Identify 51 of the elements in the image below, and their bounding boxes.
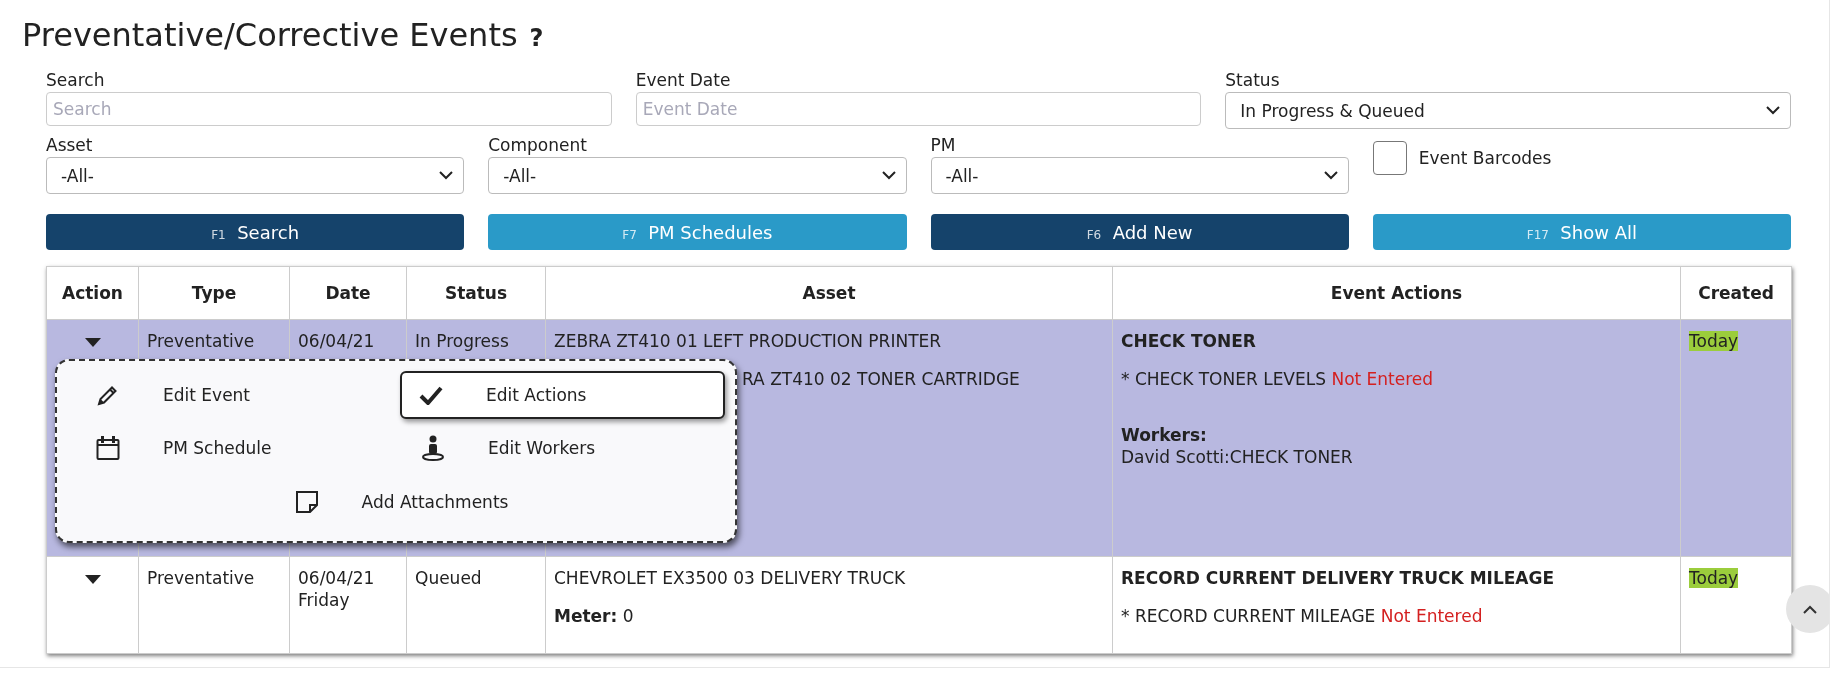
input-field[interactable]: Search (46, 92, 612, 126)
chevron-icon (881, 171, 896, 180)
action-item: * CHECK TONER LEVELS Not Entered (1121, 368, 1435, 390)
created-tag: Today (1689, 331, 1739, 351)
field-label: Component (488, 134, 587, 157)
caret-icon[interactable] (84, 338, 101, 347)
table-cell: Queued (406, 556, 546, 654)
column-header: Status (406, 266, 546, 320)
table-cell: Preventative (138, 556, 290, 654)
chevron-icon (1766, 106, 1780, 115)
date-text: 06/04/21 (298, 567, 376, 589)
action-button[interactable]: F1 Search (46, 214, 465, 250)
column-header: Event Actions (1112, 266, 1681, 320)
column-header: Type (138, 266, 290, 320)
checkbox[interactable] (1372, 141, 1407, 175)
created-tag: Today (1689, 568, 1739, 588)
input-field[interactable]: Event Date (635, 92, 1202, 126)
column-header: Date (289, 266, 407, 320)
column-header: Action (46, 266, 139, 320)
action-title: CHECK TONER (1121, 330, 1257, 352)
dropdown[interactable]: In Progress & Queued (1225, 92, 1791, 129)
asset-detail: RA ZT410 02 TONER CARTRIDGE (742, 368, 1020, 390)
workers-heading: Workers: (1121, 424, 1208, 446)
asset-detail: Meter: 0 (554, 605, 634, 627)
menu-item[interactable]: Edit Actions (400, 371, 725, 419)
dropdown[interactable]: -All- (930, 157, 1349, 194)
chevron-up-icon (1803, 604, 1817, 614)
field-label: Search (46, 69, 105, 92)
help-link[interactable]: ? (529, 24, 544, 52)
field-label: Asset (46, 134, 93, 157)
chevron-icon (1323, 171, 1338, 180)
weekday-text: Friday (298, 589, 351, 611)
date-text: 06/04/21 (298, 330, 376, 352)
field-label: PM (930, 134, 956, 157)
action-button[interactable]: F6 Add New (930, 214, 1349, 250)
chevron-icon (439, 171, 454, 180)
column-header: Created (1680, 266, 1792, 320)
worker-entry: David Scotti:CHECK TONER (1121, 446, 1354, 468)
field-label: Status (1225, 69, 1280, 92)
page-title: Preventative/Corrective Events (22, 16, 518, 54)
action-item: * RECORD CURRENT MILEAGE Not Entered (1121, 605, 1484, 627)
caret-icon[interactable] (84, 575, 101, 584)
action-title: RECORD CURRENT DELIVERY TRUCK MILEAGE (1121, 567, 1556, 589)
checkbox-label: Event Barcodes (1418, 148, 1552, 168)
column-header: Asset (545, 266, 1113, 320)
field-label: Event Date (635, 69, 731, 92)
dropdown[interactable]: -All- (46, 157, 465, 194)
table-row[interactable]: Preventative 06/04/21 Friday Queued CHEVROLET EX3500 03 DELIVERY TRUCK Meter: 0 RECORD CURRENT DELIVERY TRUCK MILEAGE * RECORD CURRENT MILEAGE Not Entered Today (46, 556, 1792, 654)
asset-name: CHEVROLET EX3500 03 DELIVERY TRUCK (554, 567, 907, 589)
asset-name: ZEBRA ZT410 01 LEFT PRODUCTION PRINTER (554, 330, 943, 352)
dropdown[interactable]: -All- (488, 157, 907, 194)
